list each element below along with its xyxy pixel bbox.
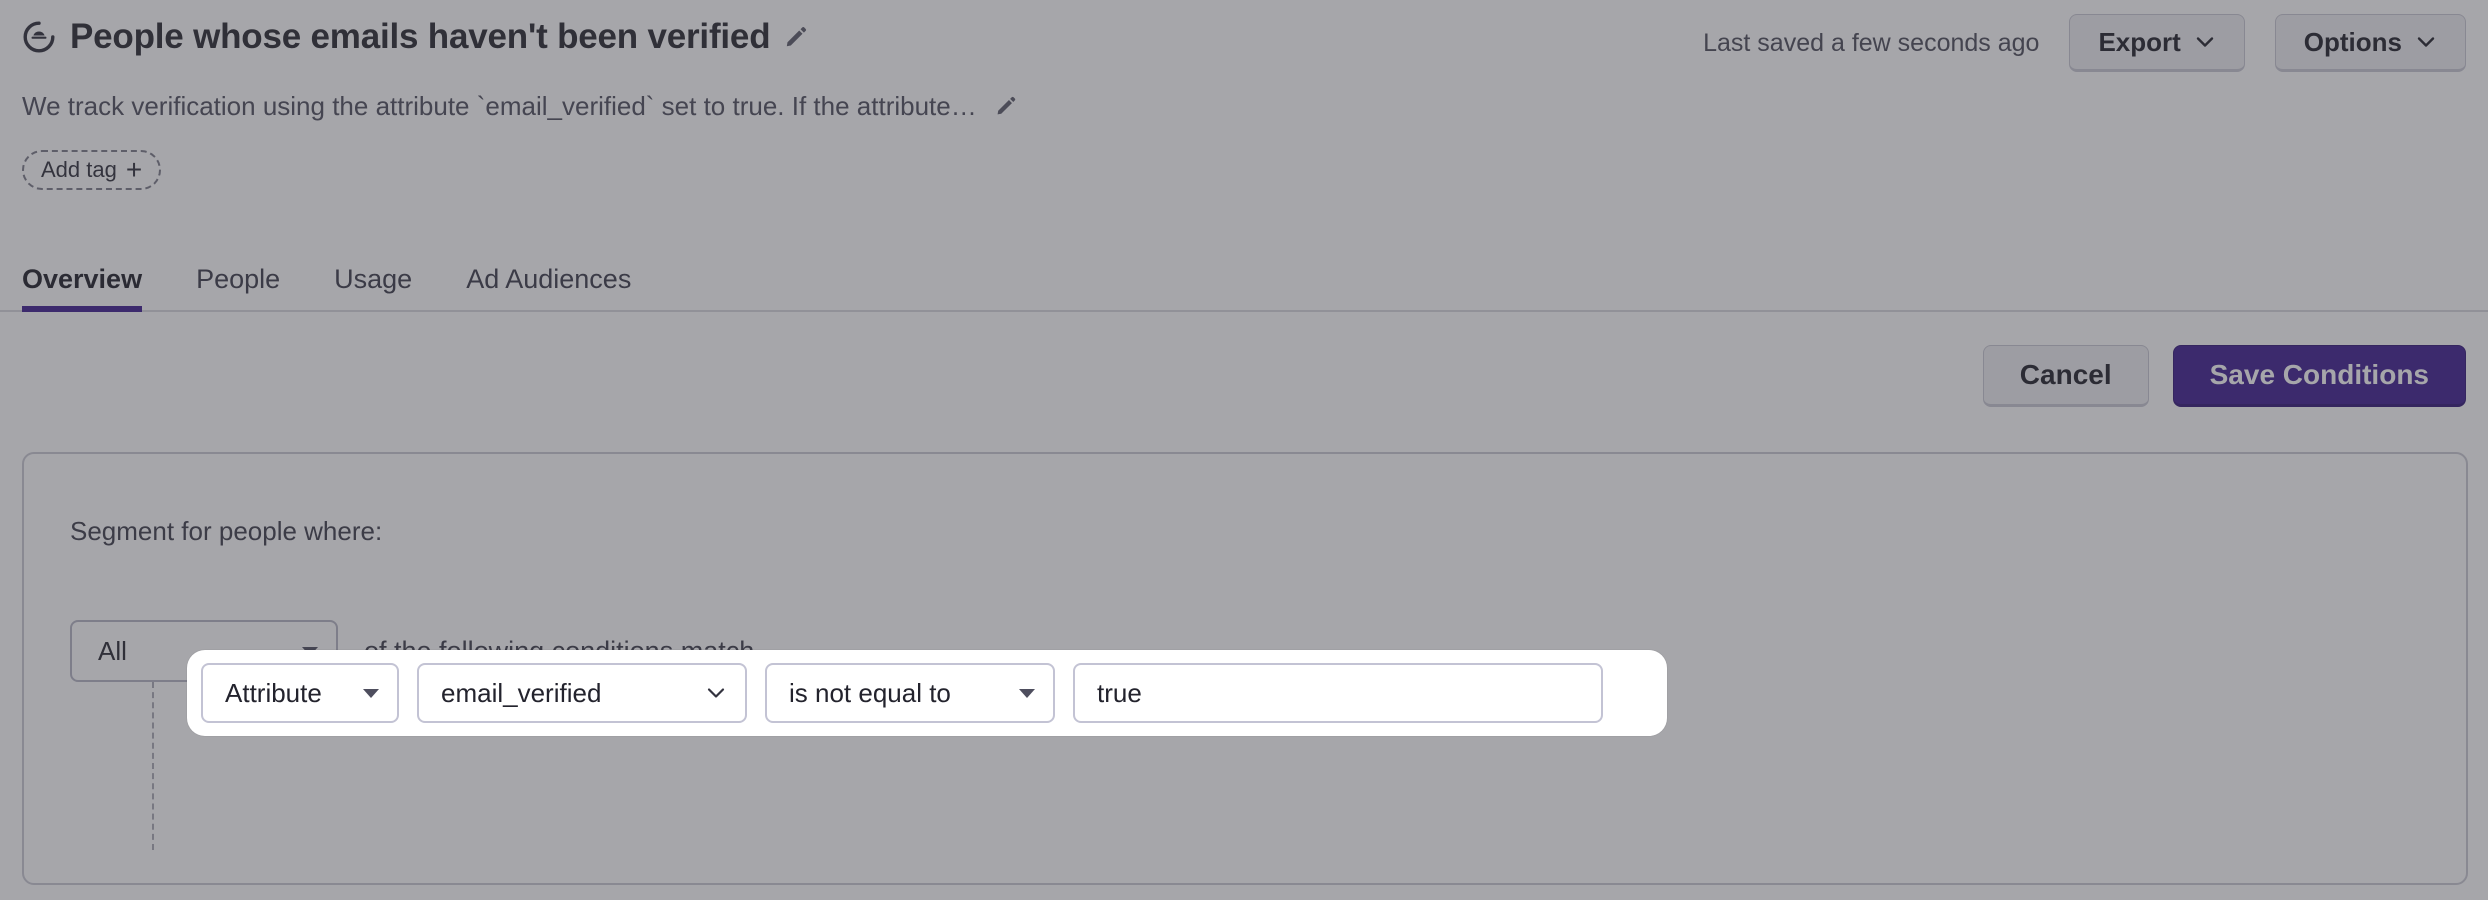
triangle-down-icon [363, 688, 379, 698]
condition-attribute-value: email_verified [441, 677, 602, 708]
cancel-button[interactable]: Cancel [1982, 345, 2149, 407]
condition-type-value: Attribute [225, 677, 322, 708]
tab-bar: Overview People Usage Ad Audiences [0, 248, 2488, 312]
options-button[interactable]: Options [2274, 14, 2466, 72]
page-description: We track verification using the attribut… [22, 90, 977, 121]
add-tag-label: Add tag [41, 157, 117, 182]
export-button[interactable]: Export [2069, 14, 2245, 72]
chevron-down-icon [707, 688, 725, 698]
export-label: Export [2098, 26, 2181, 57]
chevron-down-icon [2417, 37, 2435, 47]
tab-ad-audiences[interactable]: Ad Audiences [439, 248, 658, 310]
triangle-down-icon [1019, 688, 1035, 698]
description-row: We track verification using the attribut… [22, 90, 1017, 122]
title-edit-pencil-icon[interactable] [784, 25, 808, 49]
tab-overview-label: Overview [22, 263, 143, 294]
save-conditions-button[interactable]: Save Conditions [2172, 345, 2466, 407]
condition-rail-connector [152, 682, 154, 850]
segment-circle-icon [23, 21, 55, 53]
cancel-label: Cancel [2019, 359, 2112, 390]
condition-operator-value: is not equal to [789, 677, 951, 708]
condition-attribute-select[interactable]: email_verified [417, 663, 747, 723]
tab-ad-audiences-label: Ad Audiences [466, 263, 632, 294]
plus-icon: + [125, 154, 143, 185]
tab-usage[interactable]: Usage [307, 248, 439, 310]
segment-detail-page: People whose emails haven't been verifie… [0, 0, 2488, 900]
add-tag-button[interactable]: Add tag + [22, 150, 162, 190]
title-row: People whose emails haven't been verifie… [22, 14, 808, 60]
match-mode-value: All [98, 635, 127, 666]
action-bar: Cancel Save Conditions [1982, 345, 2466, 407]
tab-people[interactable]: People [169, 248, 307, 310]
page-title: People whose emails haven't been verifie… [70, 17, 771, 56]
header-actions: Last saved a few seconds ago Export Opti… [1703, 14, 2466, 72]
condition-value-input[interactable]: true [1073, 663, 1603, 723]
save-conditions-label: Save Conditions [2209, 359, 2429, 390]
last-saved-status: Last saved a few seconds ago [1703, 28, 2040, 57]
description-edit-pencil-icon[interactable] [995, 95, 1017, 117]
tab-usage-label: Usage [334, 263, 413, 294]
chevron-down-icon [2196, 37, 2213, 47]
condition-type-select[interactable]: Attribute [201, 663, 399, 723]
condition-value-text: true [1097, 677, 1142, 708]
condition-operator-select[interactable]: is not equal to [765, 663, 1055, 723]
tab-overview[interactable]: Overview [22, 248, 169, 312]
tab-people-label: People [196, 263, 281, 294]
options-label: Options [2303, 26, 2402, 57]
segment-intro-label: Segment for people where: [70, 516, 383, 546]
condition-row: Attribute email_verified is not equal to… [187, 650, 1667, 736]
